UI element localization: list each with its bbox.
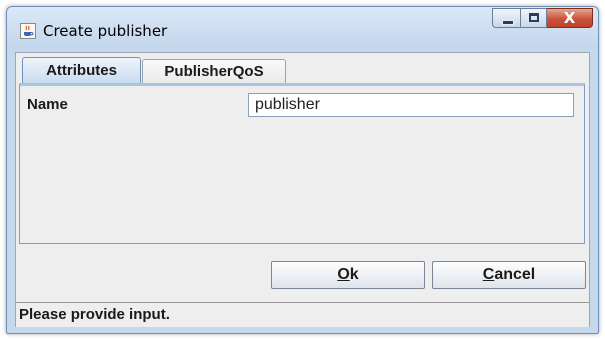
minimize-button[interactable]	[492, 8, 520, 28]
ok-mnemonic: O	[337, 266, 350, 283]
title-bar[interactable]: Create publisher X	[7, 7, 598, 49]
window-controls: X	[492, 8, 593, 28]
tab-publisherqos[interactable]: PublisherQoS	[142, 59, 286, 84]
name-label: Name	[27, 96, 68, 113]
java-cup-icon	[20, 23, 36, 39]
status-bar: Please provide input.	[16, 302, 589, 327]
name-input[interactable]	[248, 93, 574, 117]
ok-label: k	[349, 266, 359, 283]
maximize-icon	[529, 13, 539, 22]
tab-attributes[interactable]: Attributes	[22, 57, 141, 84]
cancel-button[interactable]: Cancel	[432, 261, 586, 289]
maximize-button[interactable]	[520, 8, 547, 28]
cancel-label: ancel	[494, 266, 536, 283]
close-button[interactable]: X	[547, 8, 593, 28]
close-icon: X	[563, 9, 576, 27]
attributes-panel: Name	[19, 83, 585, 244]
cancel-mnemonic: C	[482, 266, 495, 283]
dialog-window: Create publisher X Attributes PublisherQ…	[6, 6, 599, 334]
ok-button[interactable]: Ok	[271, 261, 425, 289]
dialog-content: Attributes PublisherQoS Name Ok Cancel P…	[15, 52, 590, 327]
minimize-icon	[502, 20, 514, 25]
window-title: Create publisher	[43, 22, 168, 40]
